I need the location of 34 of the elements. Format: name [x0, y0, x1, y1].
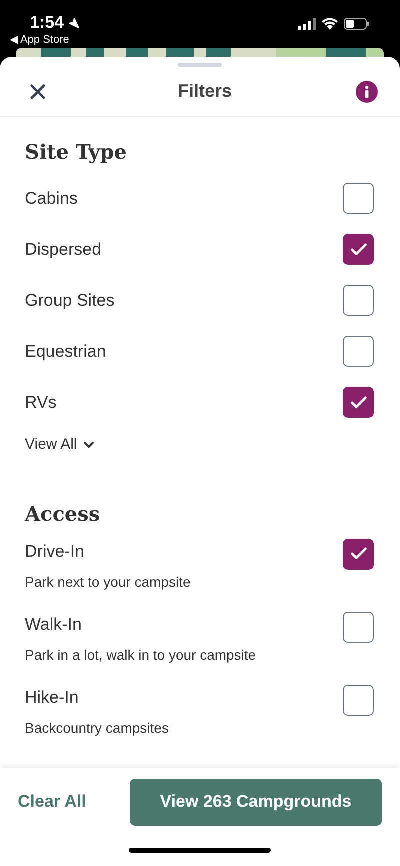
info-icon: [364, 86, 370, 98]
section-title: Access: [25, 500, 102, 528]
option-description: Park next to your campsite: [25, 573, 191, 592]
info-button[interactable]: [356, 80, 378, 102]
location-arrow-icon: [68, 16, 80, 29]
checkbox[interactable]: [343, 612, 374, 642]
option-label: Hike-In: [25, 686, 80, 708]
option-description: Backcountry campsites: [25, 719, 169, 738]
checkbox[interactable]: [343, 538, 374, 570]
wifi-icon: [322, 18, 338, 30]
option-description: Park in a lot, walk in to your campsite: [25, 646, 256, 665]
checkbox[interactable]: [343, 684, 374, 716]
checkbox[interactable]: [343, 234, 374, 265]
option-label: Dispersed: [25, 238, 102, 261]
option-label: Group Sites: [25, 290, 115, 312]
checkbox[interactable]: [343, 285, 374, 316]
checkbox[interactable]: [343, 336, 374, 367]
battery-icon: [344, 18, 370, 30]
option-label: Walk-In: [25, 614, 83, 636]
clear-all-button[interactable]: Clear All: [18, 789, 86, 815]
header-title: Filters: [178, 80, 232, 103]
signal-icon: [298, 18, 316, 30]
view-campgrounds-button[interactable]: View 263 Campgrounds: [130, 778, 382, 826]
checkbox[interactable]: [343, 387, 374, 418]
option-label: RVs: [25, 392, 57, 414]
option-label: Cabins: [25, 188, 78, 210]
view-all-button[interactable]: View All: [25, 434, 98, 456]
option-label: Equestrian: [25, 340, 106, 363]
section-title: Site Type: [25, 139, 128, 166]
checkbox[interactable]: [343, 183, 374, 214]
drag-handle[interactable]: [178, 63, 222, 67]
back-to-app-store-link[interactable]: ◀ App Store: [10, 34, 70, 46]
status-time: 1:54: [30, 12, 64, 34]
option-label: Drive-In: [25, 540, 86, 562]
